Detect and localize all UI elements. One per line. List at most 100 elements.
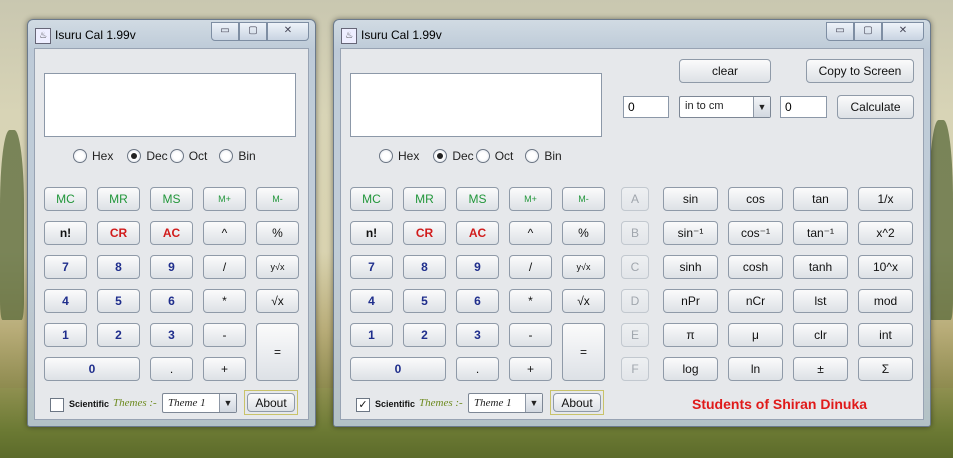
- digit-button[interactable]: 3: [456, 323, 499, 347]
- operator-button[interactable]: y√x: [562, 255, 605, 279]
- hex-digit-button[interactable]: F: [621, 357, 649, 381]
- about-button[interactable]: About: [553, 393, 601, 412]
- memory-button[interactable]: MR: [403, 187, 446, 211]
- function-button[interactable]: ^: [509, 221, 552, 245]
- radio-hex[interactable]: Hex: [73, 149, 113, 163]
- scientific-function-button[interactable]: nPr: [663, 289, 718, 313]
- title-bar[interactable]: ♨ Isuru Cal 1.99v ▭ ▢ ✕: [334, 20, 930, 48]
- function-button[interactable]: CR: [403, 221, 446, 245]
- digit-button[interactable]: 4: [350, 289, 393, 313]
- operator-button[interactable]: √x: [562, 289, 605, 313]
- operator-button[interactable]: *: [509, 289, 552, 313]
- minimize-button[interactable]: ▭: [211, 22, 239, 41]
- hex-digit-button[interactable]: B: [621, 221, 649, 245]
- result-display[interactable]: [44, 73, 296, 137]
- scientific-function-button[interactable]: sinh: [663, 255, 718, 279]
- conversion-output[interactable]: 0: [780, 96, 827, 118]
- scientific-function-button[interactable]: μ: [728, 323, 783, 347]
- scientific-checkbox[interactable]: [50, 398, 64, 412]
- scientific-function-button[interactable]: cos⁻¹: [728, 221, 783, 245]
- hex-digit-button[interactable]: C: [621, 255, 649, 279]
- scientific-function-button[interactable]: x^2: [858, 221, 913, 245]
- function-button[interactable]: AC: [456, 221, 499, 245]
- scientific-function-button[interactable]: Σ: [858, 357, 913, 381]
- operator-button[interactable]: -: [203, 323, 246, 347]
- equals-button[interactable]: =: [562, 323, 605, 381]
- function-button[interactable]: n!: [350, 221, 393, 245]
- conversion-input[interactable]: 0: [623, 96, 669, 118]
- close-button[interactable]: ✕: [882, 22, 924, 41]
- scientific-checkbox[interactable]: ✓: [356, 398, 370, 412]
- decimal-button[interactable]: .: [456, 357, 499, 381]
- scientific-function-button[interactable]: clr: [793, 323, 848, 347]
- operator-button[interactable]: /: [509, 255, 552, 279]
- memory-button[interactable]: MS: [456, 187, 499, 211]
- radio-hex[interactable]: Hex: [379, 149, 419, 163]
- maximize-button[interactable]: ▢: [239, 22, 267, 41]
- operator-button[interactable]: y√x: [256, 255, 299, 279]
- calculate-button[interactable]: Calculate: [837, 95, 914, 119]
- decimal-button[interactable]: .: [150, 357, 193, 381]
- digit-button[interactable]: 3: [150, 323, 193, 347]
- scientific-function-button[interactable]: int: [858, 323, 913, 347]
- digit-button[interactable]: 7: [44, 255, 87, 279]
- scientific-function-button[interactable]: tan: [793, 187, 848, 211]
- scientific-function-button[interactable]: lst: [793, 289, 848, 313]
- theme-select[interactable]: Theme 1 ▼: [468, 393, 543, 413]
- radio-bin[interactable]: Bin: [525, 149, 562, 163]
- scientific-function-button[interactable]: cos: [728, 187, 783, 211]
- digit-button[interactable]: 1: [44, 323, 87, 347]
- scientific-function-button[interactable]: 1/x: [858, 187, 913, 211]
- minimize-button[interactable]: ▭: [826, 22, 854, 41]
- function-button[interactable]: AC: [150, 221, 193, 245]
- memory-button[interactable]: MC: [44, 187, 87, 211]
- digit-button[interactable]: 1: [350, 323, 393, 347]
- scientific-function-button[interactable]: sin: [663, 187, 718, 211]
- operator-button[interactable]: -: [509, 323, 552, 347]
- digit-button[interactable]: 5: [403, 289, 446, 313]
- hex-digit-button[interactable]: A: [621, 187, 649, 211]
- digit-button[interactable]: 2: [403, 323, 446, 347]
- memory-button[interactable]: M-: [256, 187, 299, 211]
- maximize-button[interactable]: ▢: [854, 22, 882, 41]
- operator-button[interactable]: *: [203, 289, 246, 313]
- radio-bin[interactable]: Bin: [219, 149, 256, 163]
- hex-digit-button[interactable]: D: [621, 289, 649, 313]
- scientific-function-button[interactable]: π: [663, 323, 718, 347]
- digit-button[interactable]: 2: [97, 323, 140, 347]
- digit-button[interactable]: 6: [456, 289, 499, 313]
- radio-dec[interactable]: Dec: [127, 149, 168, 163]
- digit-button-zero[interactable]: 0: [350, 357, 446, 381]
- plus-button[interactable]: +: [509, 357, 552, 381]
- hex-digit-button[interactable]: E: [621, 323, 649, 347]
- title-bar[interactable]: ♨ Isuru Cal 1.99v ▭ ▢ ✕: [28, 20, 315, 48]
- radio-oct[interactable]: Oct: [475, 149, 513, 163]
- function-button[interactable]: %: [256, 221, 299, 245]
- digit-button[interactable]: 8: [97, 255, 140, 279]
- scientific-function-button[interactable]: cosh: [728, 255, 783, 279]
- scientific-function-button[interactable]: ln: [728, 357, 783, 381]
- about-button[interactable]: About: [247, 393, 295, 412]
- scientific-function-button[interactable]: sin⁻¹: [663, 221, 718, 245]
- scientific-function-button[interactable]: mod: [858, 289, 913, 313]
- memory-button[interactable]: M+: [509, 187, 552, 211]
- theme-select[interactable]: Theme 1 ▼: [162, 393, 237, 413]
- digit-button[interactable]: 6: [150, 289, 193, 313]
- radio-dec[interactable]: Dec: [433, 149, 474, 163]
- operator-button[interactable]: √x: [256, 289, 299, 313]
- digit-button-zero[interactable]: 0: [44, 357, 140, 381]
- scientific-function-button[interactable]: ±: [793, 357, 848, 381]
- memory-button[interactable]: MS: [150, 187, 193, 211]
- function-button[interactable]: CR: [97, 221, 140, 245]
- equals-button[interactable]: =: [256, 323, 299, 381]
- scientific-function-button[interactable]: log: [663, 357, 718, 381]
- scientific-function-button[interactable]: tanh: [793, 255, 848, 279]
- digit-button[interactable]: 9: [150, 255, 193, 279]
- operator-button[interactable]: /: [203, 255, 246, 279]
- digit-button[interactable]: 4: [44, 289, 87, 313]
- conversion-unit-select[interactable]: in to cm ▼: [679, 96, 771, 118]
- digit-button[interactable]: 7: [350, 255, 393, 279]
- function-button[interactable]: n!: [44, 221, 87, 245]
- scientific-function-button[interactable]: tan⁻¹: [793, 221, 848, 245]
- function-button[interactable]: ^: [203, 221, 246, 245]
